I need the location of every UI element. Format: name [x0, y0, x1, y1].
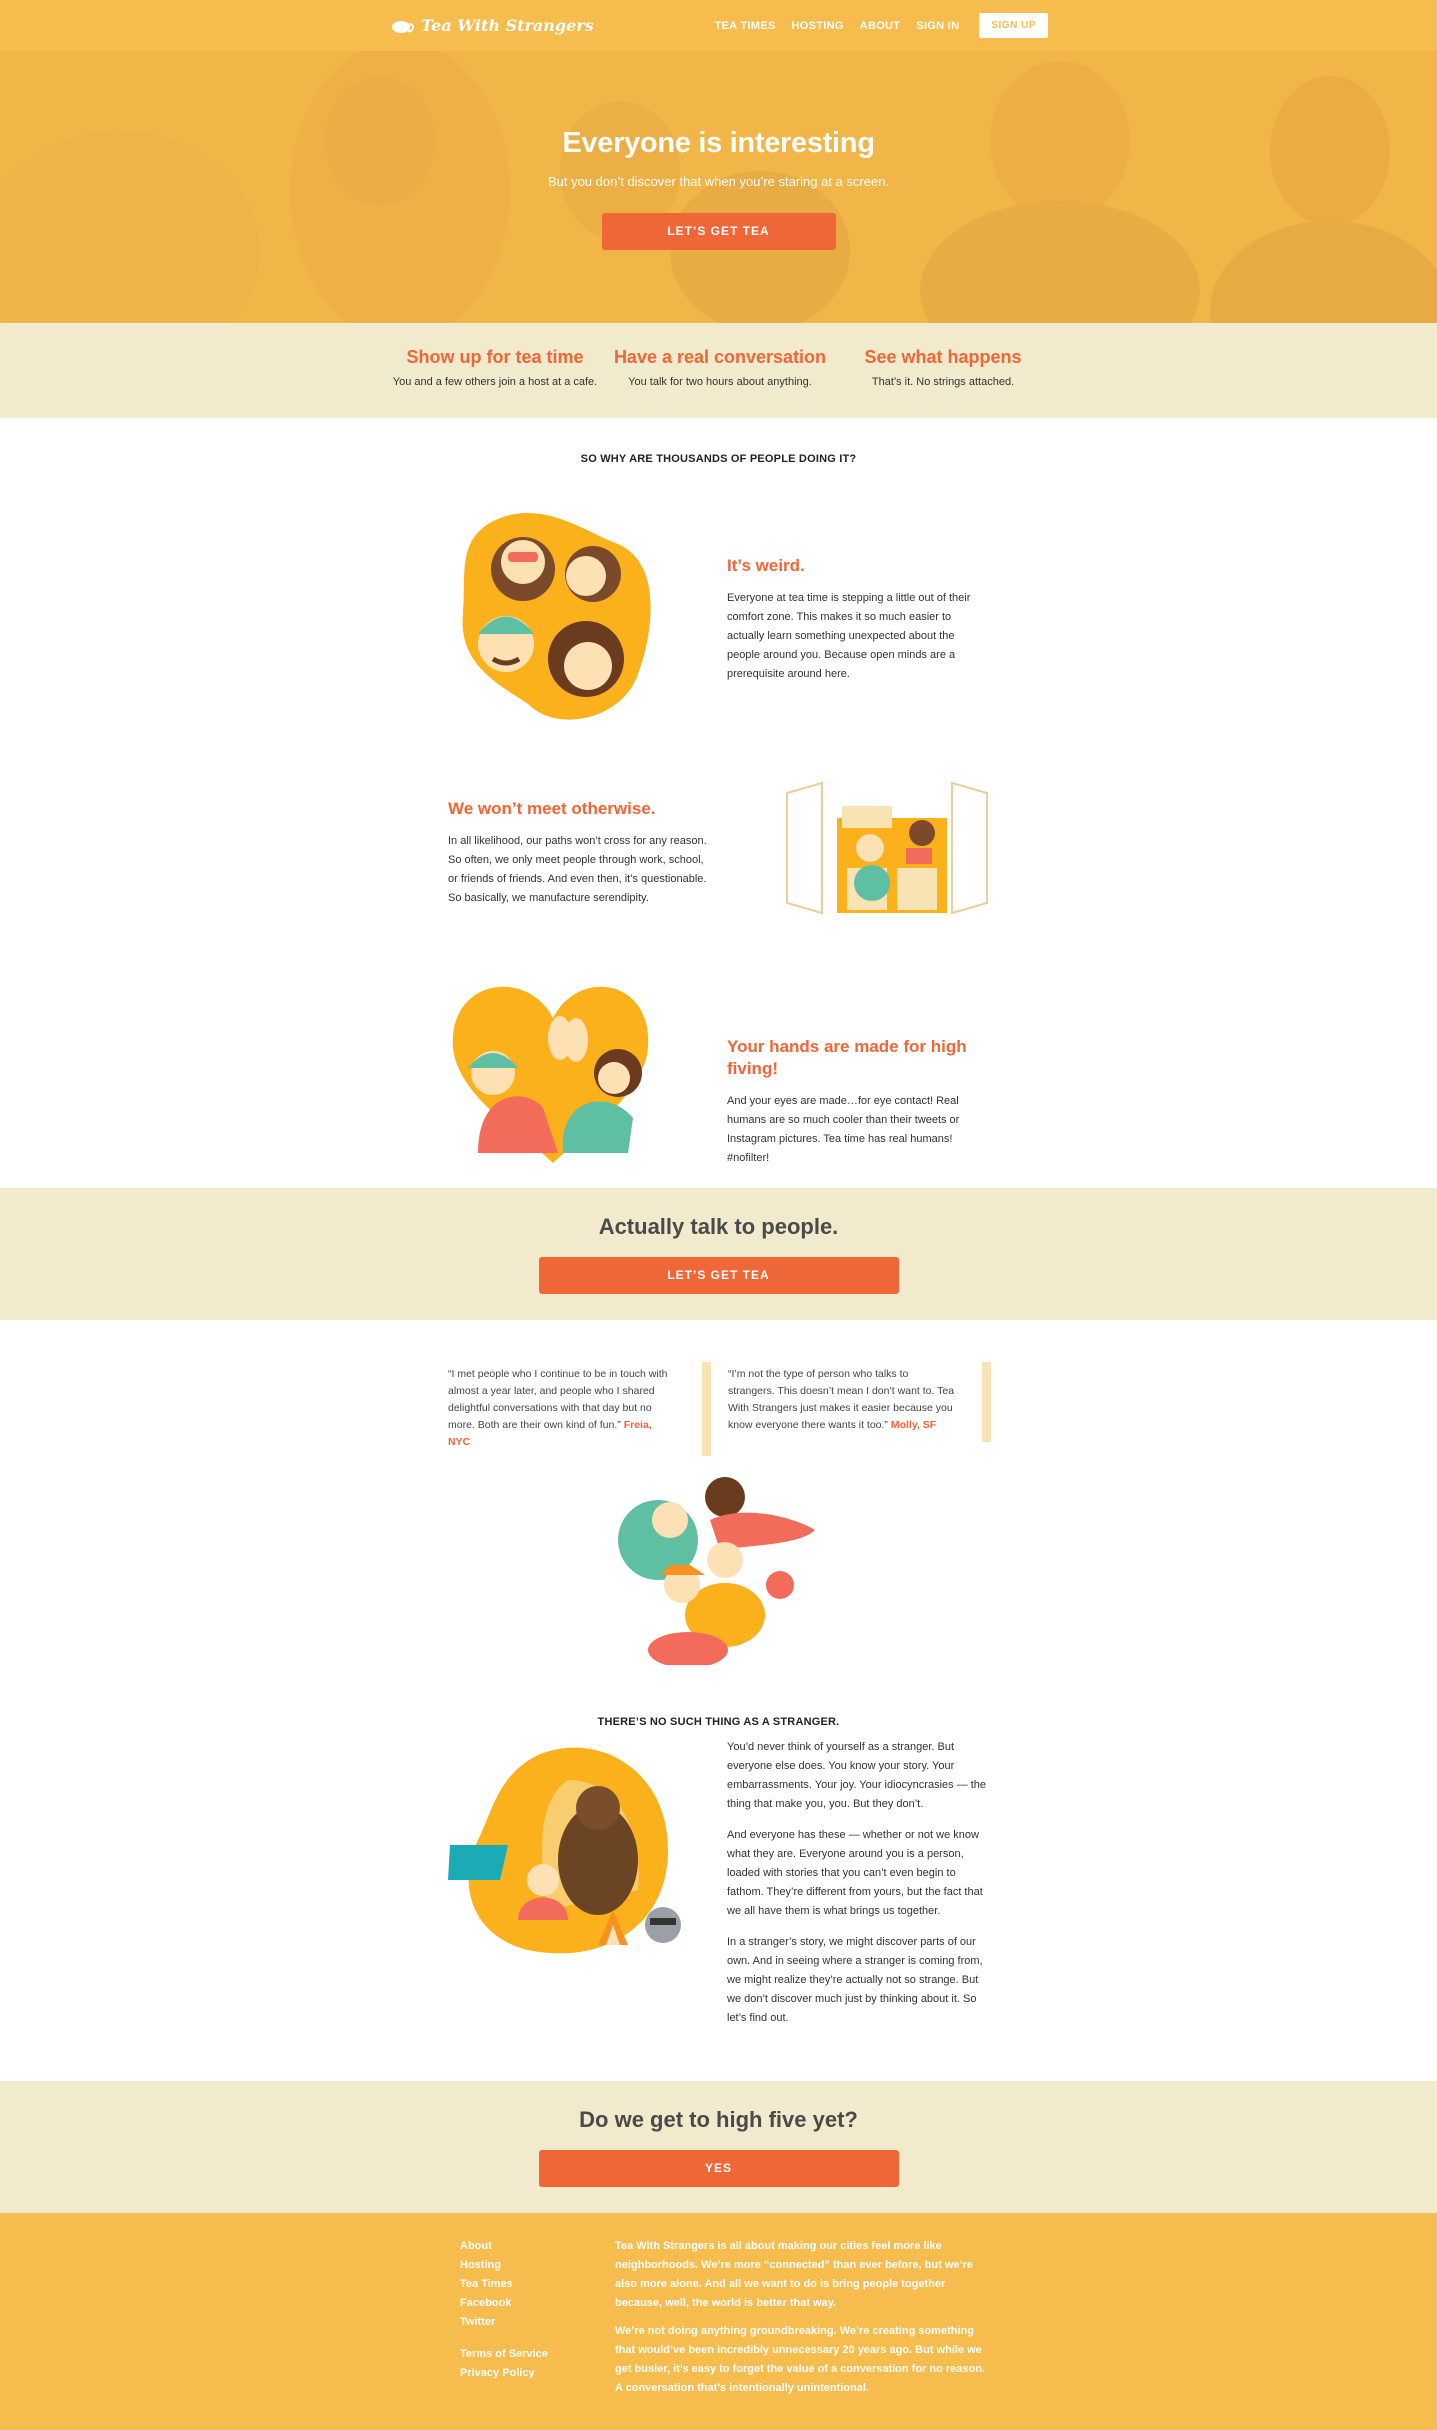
cta-band-high-five: Do we get to high five yet? YES	[0, 2081, 1437, 2213]
hero-title: Everyone is interesting	[562, 127, 875, 159]
logo[interactable]: Tea With Strangers	[391, 16, 594, 35]
step-3: See what happens That’s it. No strings a…	[850, 347, 1036, 388]
logo-text: Tea With Strangers	[421, 16, 594, 35]
yes-button[interactable]: YES	[538, 2150, 899, 2187]
hero: Everyone is interesting But you don’t di…	[0, 51, 1437, 323]
step-title: Show up for tea time	[406, 347, 584, 367]
quote-divider	[982, 1362, 991, 1442]
campfire-illustration	[448, 1747, 681, 1954]
cta-title: Actually talk to people.	[598, 1214, 839, 1239]
how-it-works: Show up for tea time You and a few other…	[0, 323, 1437, 418]
testimonial-2: “I’m not the type of person who talks to…	[728, 1366, 956, 1434]
nav-link-hosting[interactable]: HOSTING	[791, 20, 843, 32]
footer-link-facebook[interactable]: Facebook	[460, 2294, 580, 2313]
hero-get-tea-button[interactable]: LET’S GET TEA	[601, 213, 836, 250]
footer-nav: About Hosting Tea Times Facebook Twitter…	[460, 2237, 580, 2383]
footer-about: Tea With Strangers is all about making o…	[615, 2237, 987, 2398]
reason-text: And your eyes are made…for eye contact! …	[727, 1095, 960, 1164]
nav-link-tea-times[interactable]: TEA TIMES	[715, 20, 776, 32]
cta-band-talk: Actually talk to people. LET’S GET TEA	[0, 1188, 1437, 1320]
cta-get-tea-button[interactable]: LET’S GET TEA	[538, 1257, 899, 1294]
footer: About Hosting Tea Times Facebook Twitter…	[0, 2213, 1437, 2430]
testimonials-and-story: “I met people who I continue to be in to…	[0, 1320, 1437, 2081]
step-text: You and a few others join a host at a ca…	[392, 376, 598, 388]
footer-paragraph: Tea With Strangers is all about making o…	[615, 2240, 973, 2309]
footer-link-about[interactable]: About	[460, 2237, 580, 2256]
step-text: You talk for two hours about anything.	[628, 376, 812, 388]
reason-title: It’s weird.	[727, 556, 805, 575]
step-title: See what happens	[864, 347, 1022, 367]
step-2: Have a real conversation You talk for tw…	[612, 347, 828, 388]
high-five-illustration	[452, 986, 649, 1163]
footer-link-terms[interactable]: Terms of Service	[460, 2345, 580, 2364]
reason-wont-meet: We won’t meet otherwise. In all likeliho…	[448, 798, 708, 908]
testimonial-author: Molly, SF	[890, 1419, 937, 1431]
reason-title: Your hands are made for high fiving!	[727, 1037, 967, 1078]
faces-illustration	[462, 513, 651, 720]
teacup-logo-icon	[392, 20, 414, 33]
testimonial-1: “I met people who I continue to be in to…	[448, 1366, 676, 1451]
step-1: Show up for tea time You and a few other…	[390, 347, 600, 388]
nav-link-sign-in[interactable]: SIGN IN	[916, 20, 959, 32]
reason-high-five: Your hands are made for high fiving! And…	[727, 1036, 987, 1168]
footer-paragraph: We’re not doing anything groundbreaking.…	[615, 2325, 986, 2394]
reason-title: We won’t meet otherwise.	[448, 799, 656, 818]
stranger-paragraph: In a stranger’s story, we might discover…	[727, 1936, 983, 2024]
reason-weird: It’s weird. Everyone at tea time is step…	[727, 555, 987, 684]
stranger-paragraph: And everyone has these — whether or not …	[727, 1829, 983, 1917]
why-section: SO WHY ARE THOUSANDS OF PEOPLE DOING IT?…	[0, 418, 1437, 1188]
step-text: That’s it. No strings attached.	[871, 376, 1015, 388]
footer-link-hosting[interactable]: Hosting	[460, 2256, 580, 2275]
cta-title: Do we get to high five yet?	[579, 2107, 858, 2132]
reason-text: In all likelihood, our paths won’t cross…	[448, 835, 707, 904]
footer-link-privacy[interactable]: Privacy Policy	[460, 2364, 580, 2383]
quote-divider	[702, 1362, 711, 1456]
sign-up-button[interactable]: SIGN UP	[979, 13, 1048, 38]
hero-subtitle: But you don’t discover that when you’re …	[547, 174, 890, 189]
why-heading: SO WHY ARE THOUSANDS OF PEOPLE DOING IT?	[580, 453, 857, 465]
footer-link-twitter[interactable]: Twitter	[460, 2313, 580, 2332]
stranger-text: You’d never think of yourself as a stran…	[727, 1738, 989, 2028]
stranger-paragraph: You’d never think of yourself as a stran…	[727, 1741, 987, 1810]
top-nav: Tea With Strangers TEA TIMES HOSTING ABO…	[0, 0, 1437, 51]
step-title: Have a real conversation	[613, 347, 827, 367]
subway-illustration	[786, 781, 988, 915]
nav-link-about[interactable]: ABOUT	[860, 20, 901, 32]
footer-link-tea-times[interactable]: Tea Times	[460, 2275, 580, 2294]
group-illustration	[618, 1477, 815, 1665]
stranger-heading: THERE’S NO SUCH THING AS A STRANGER.	[597, 1716, 840, 1728]
reason-text: Everyone at tea time is stepping a littl…	[727, 592, 971, 680]
